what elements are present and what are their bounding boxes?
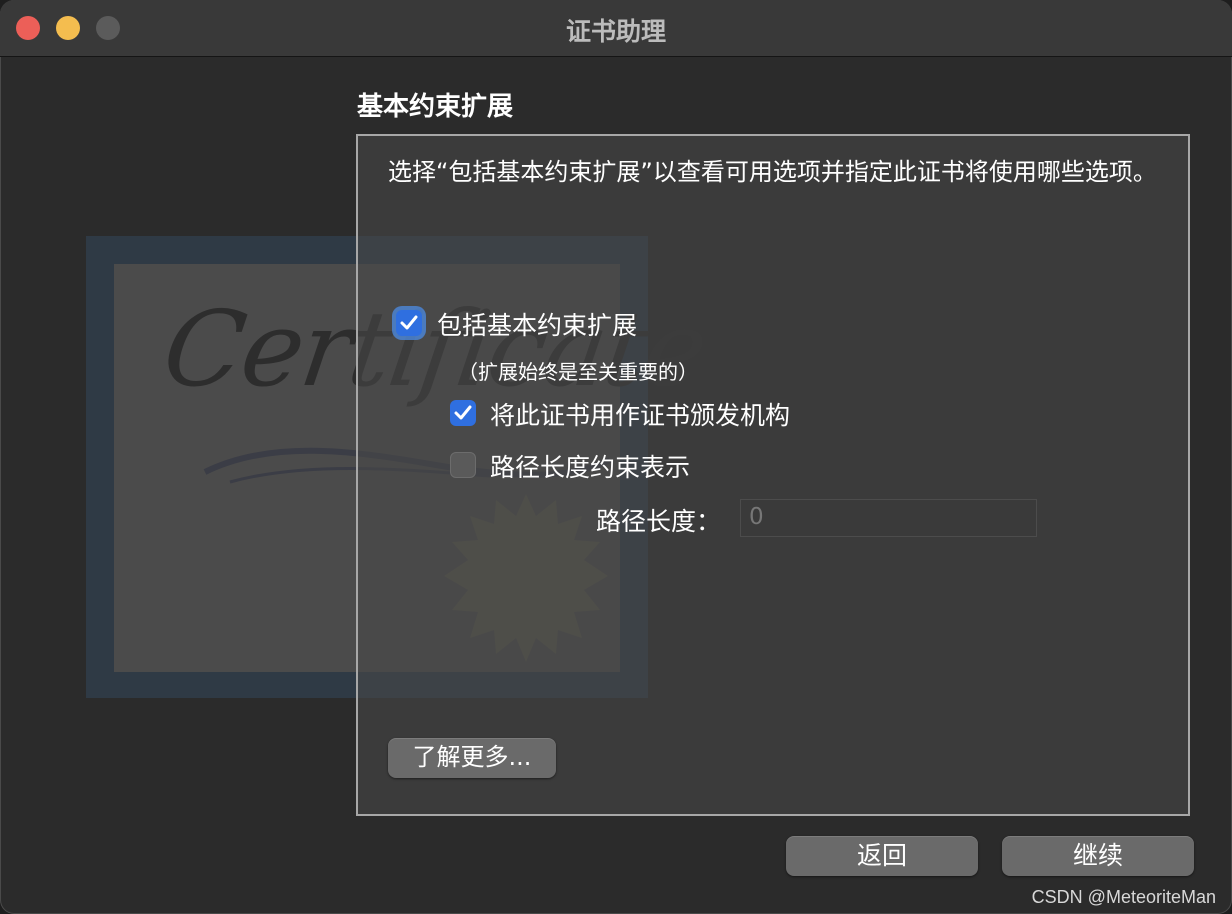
path-length-label: 路径长度： bbox=[596, 507, 722, 536]
section-title: 基本约束扩展 bbox=[357, 92, 514, 122]
path-length-constraint-label[interactable]: 路径长度约束表示 bbox=[490, 448, 690, 484]
panel-description: 选择“包括基本约束扩展”以查看可用选项并指定此证书将使用哪些选项。 bbox=[388, 158, 1157, 186]
title-bar: 证书助理 bbox=[0, 0, 1232, 57]
use-as-ca-checkbox[interactable] bbox=[450, 400, 476, 426]
window-title: 证书助理 bbox=[565, 17, 666, 46]
path-length-field[interactable]: 0 bbox=[740, 499, 1037, 537]
back-button[interactable]: 返回 bbox=[786, 836, 978, 876]
include-basic-constraints-checkbox[interactable] bbox=[396, 310, 422, 336]
options-panel bbox=[356, 134, 1190, 816]
learn-more-button[interactable]: 了解更多... bbox=[388, 738, 556, 778]
critical-extension-note: （扩展始终是至关重要的） bbox=[458, 360, 698, 384]
include-basic-constraints-label[interactable]: 包括基本约束扩展 bbox=[437, 306, 637, 342]
checkmark-icon bbox=[400, 315, 418, 330]
use-as-ca-label[interactable]: 将此证书用作证书颁发机构 bbox=[490, 396, 790, 432]
watermark: CSDN @MeteoriteMan bbox=[1031, 887, 1216, 907]
continue-button[interactable]: 继续 bbox=[1002, 836, 1194, 876]
certificate-assistant-window: 证书助理 Certificate 基本约束扩展 选择“包括基本约束扩展”以查看可… bbox=[0, 0, 1232, 914]
checkmark-icon bbox=[454, 405, 472, 420]
path-length-constraint-checkbox[interactable] bbox=[450, 452, 476, 478]
